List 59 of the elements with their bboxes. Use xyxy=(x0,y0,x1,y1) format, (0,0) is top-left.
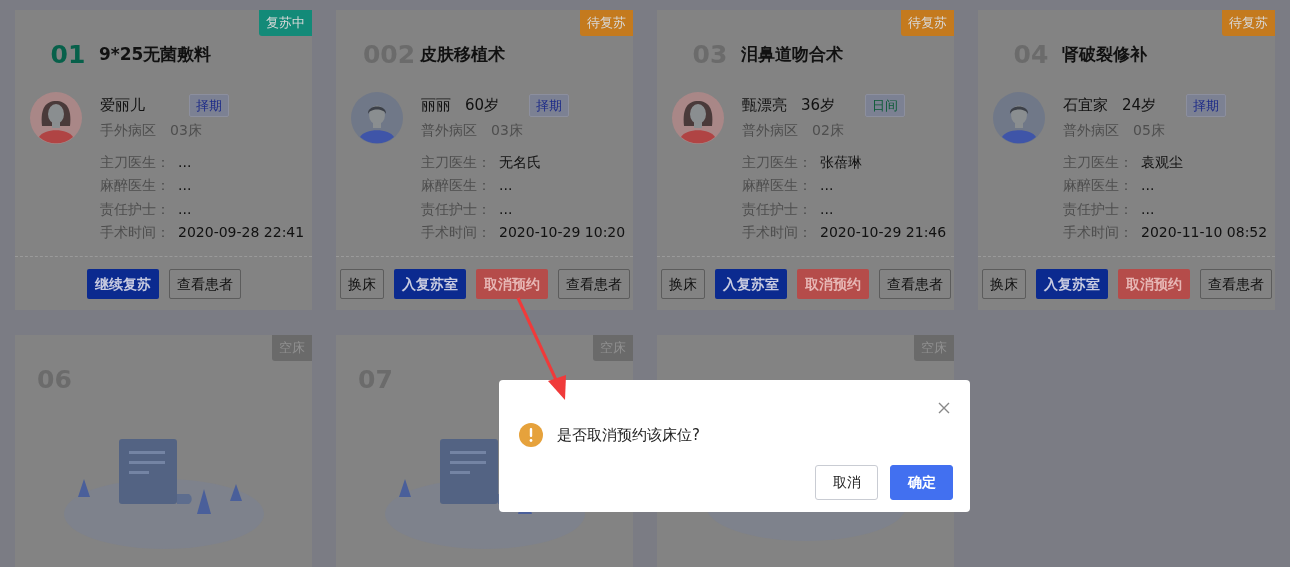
surgery-title: 9*25无菌敷料 xyxy=(99,43,212,66)
action-button[interactable]: 入复苏室 xyxy=(714,268,787,299)
field-value: ... xyxy=(1141,199,1155,219)
field-value: ... xyxy=(178,199,192,219)
status-badge: 待复苏 xyxy=(901,10,954,36)
field-value: ... xyxy=(820,199,834,219)
confirm-button[interactable]: 确定 xyxy=(890,465,953,500)
action-button[interactable]: 查看患者 xyxy=(1199,268,1272,299)
patient-name: 石宜家 xyxy=(1063,95,1108,117)
field-value: ... xyxy=(499,199,513,219)
action-button[interactable]: 换床 xyxy=(339,268,384,299)
action-button[interactable]: 继续复苏 xyxy=(86,268,159,299)
male-avatar-icon xyxy=(351,91,403,144)
status-badge: 待复苏 xyxy=(1222,10,1275,36)
surgery-title: 泪鼻道吻合术 xyxy=(741,43,843,66)
dialog-message: 是否取消预约该床位? xyxy=(557,424,700,446)
field-value: 2020-11-10 08:52 xyxy=(1141,223,1268,243)
field-value: 2020-09-28 22:41 xyxy=(178,223,305,243)
field-value: ... xyxy=(499,176,513,196)
schedule-tag: 日间 xyxy=(865,93,906,118)
action-button[interactable]: 换床 xyxy=(981,268,1026,299)
field-value: ... xyxy=(820,176,834,196)
patient-name: 爱丽儿 xyxy=(100,95,145,117)
female-avatar-icon xyxy=(30,91,82,144)
field-value: ... xyxy=(1141,176,1155,196)
surgery-title: 皮肤移植术 xyxy=(420,43,505,66)
schedule-tag: 择期 xyxy=(529,93,570,118)
field-value: 2020-10-29 10:20 xyxy=(499,223,626,243)
action-button[interactable]: 查看患者 xyxy=(557,268,630,299)
schedule-tag: 择期 xyxy=(189,93,229,118)
action-button[interactable]: 取消预约 xyxy=(1117,268,1190,299)
status-badge: 复苏中 xyxy=(259,10,312,36)
field-value: ... xyxy=(178,152,192,172)
patient-name: 甄漂亮 xyxy=(742,95,787,117)
patient-age: 36岁 xyxy=(801,95,836,117)
bed-number: 01 xyxy=(49,39,87,71)
close-icon[interactable] xyxy=(938,402,950,414)
field-value: 无名氏 xyxy=(499,152,541,172)
action-button[interactable]: 换床 xyxy=(660,268,705,299)
female-avatar-icon xyxy=(672,91,724,144)
warning-icon xyxy=(519,423,543,447)
male-avatar-icon xyxy=(993,91,1045,144)
patient-age: 24岁 xyxy=(1122,95,1157,117)
action-button[interactable]: 查看患者 xyxy=(878,268,951,299)
schedule-tag: 择期 xyxy=(1186,93,1227,118)
field-value: 张蓓琳 xyxy=(820,152,862,172)
field-value: 2020-10-29 21:46 xyxy=(820,223,947,243)
action-button[interactable]: 取消预约 xyxy=(475,268,548,299)
patient-age: 60岁 xyxy=(465,95,500,117)
field-value: 袁观尘 xyxy=(1141,152,1183,172)
patient-name: 丽丽 xyxy=(421,95,451,117)
action-button[interactable]: 取消预约 xyxy=(796,268,869,299)
status-badge: 待复苏 xyxy=(580,10,633,36)
field-value: ... xyxy=(178,176,192,196)
action-button[interactable]: 查看患者 xyxy=(168,268,241,299)
cancel-button[interactable]: 取消 xyxy=(815,465,878,500)
action-button[interactable]: 入复苏室 xyxy=(1035,268,1108,299)
action-button[interactable]: 入复苏室 xyxy=(393,268,466,299)
surgery-title: 肾破裂修补 xyxy=(1062,43,1147,66)
